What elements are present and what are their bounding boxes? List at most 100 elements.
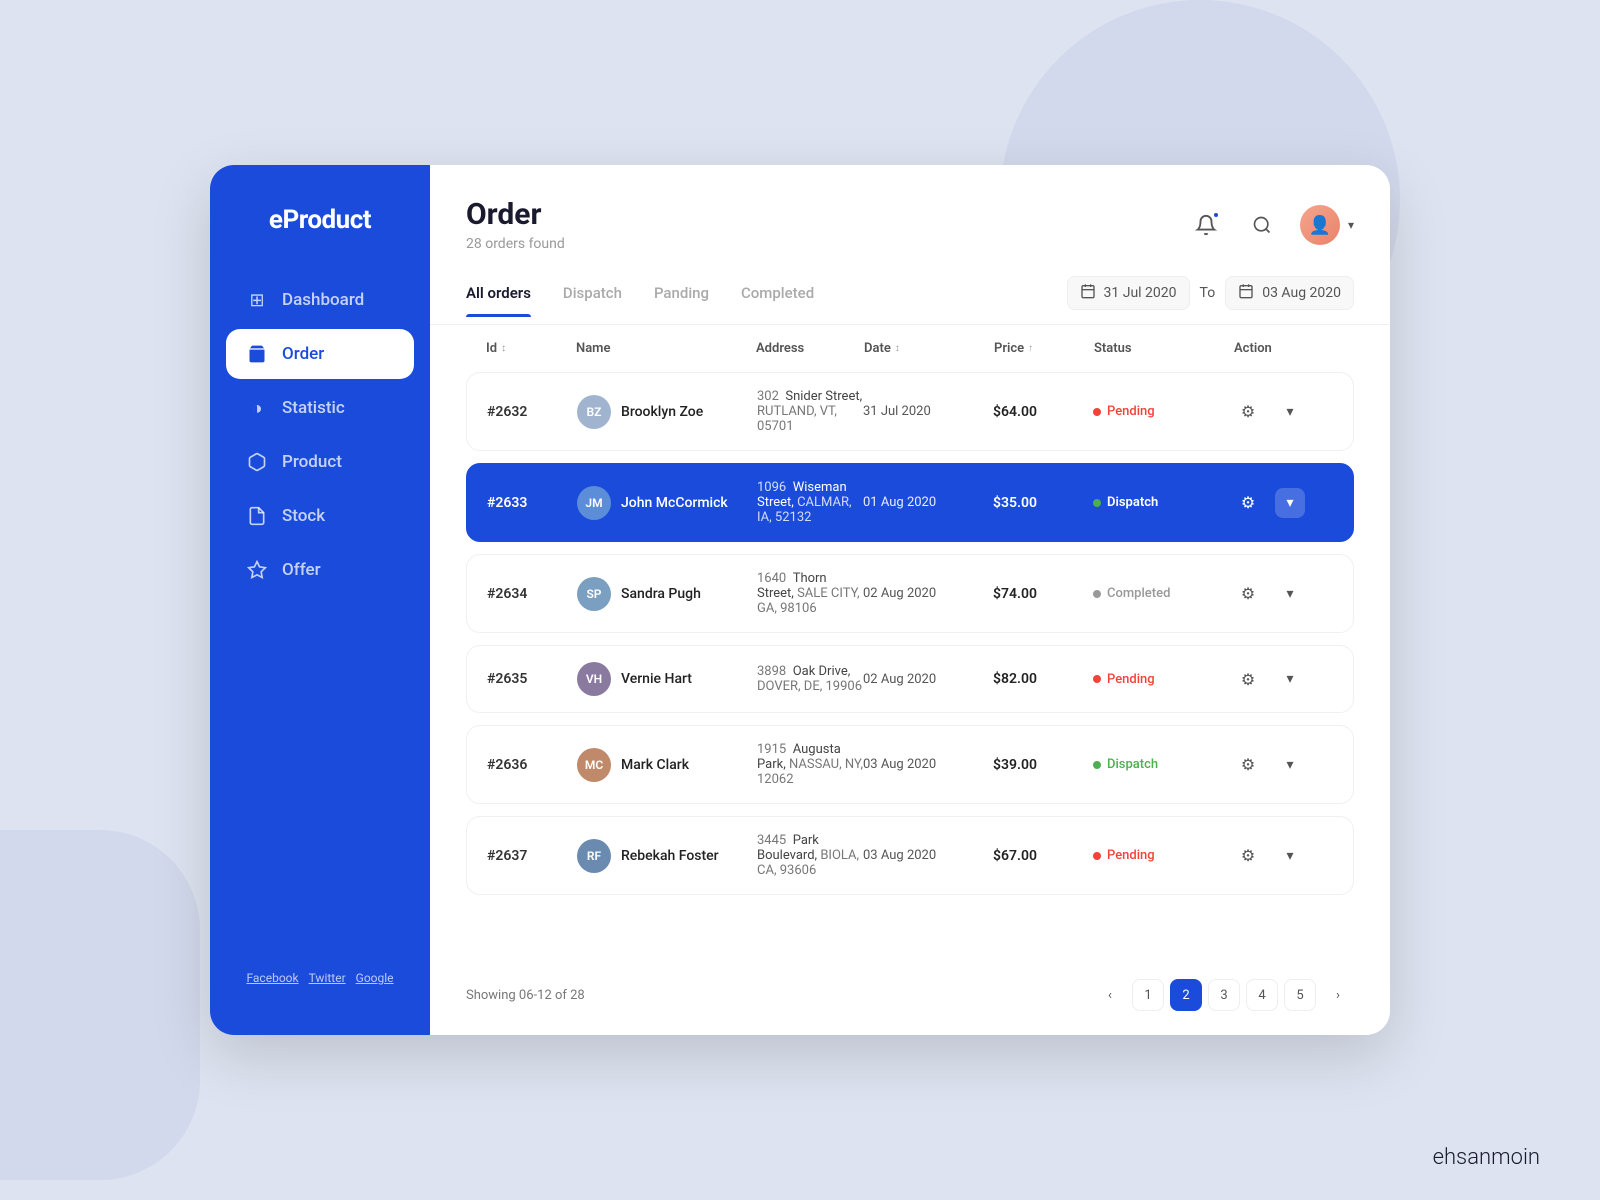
footer-link-facebook[interactable]: Facebook xyxy=(246,971,298,985)
status-text: Pending xyxy=(1107,672,1155,687)
footer-link-twitter[interactable]: Twitter xyxy=(309,971,346,985)
header-left: Order 28 orders found xyxy=(466,197,565,252)
table-body: #2632 BZ Brooklyn Zoe 302 Snider Street,… xyxy=(466,372,1354,895)
table-row[interactable]: #2637 RF Rebekah Foster 3445 Park Boulev… xyxy=(466,816,1354,895)
sidebar-item-label-statistic: Statistic xyxy=(282,398,345,418)
search-button[interactable] xyxy=(1244,207,1280,243)
footer-brand-light: moin xyxy=(1491,1145,1540,1170)
row-price: $64.00 xyxy=(993,404,1093,420)
avatar: BZ xyxy=(577,395,611,429)
row-actions: ⚙ ▾ xyxy=(1233,579,1333,609)
status-badge: Dispatch xyxy=(1093,757,1233,772)
sidebar-item-dashboard[interactable]: ⊞ Dashboard xyxy=(226,275,414,325)
pagination-next[interactable]: › xyxy=(1322,979,1354,1011)
row-name: SP Sandra Pugh xyxy=(577,577,757,611)
sidebar-item-offer[interactable]: Offer xyxy=(226,545,414,595)
date-from-value: 31 Jul 2020 xyxy=(1104,285,1177,301)
row-address: 1915 Augusta Park, NASSAU, NY, 12062 xyxy=(757,742,863,787)
status-badge: Pending xyxy=(1093,672,1233,687)
row-address: 1640 Thorn Street, SALE CITY, GA, 98106 xyxy=(757,571,863,616)
row-date: 03 Aug 2020 xyxy=(863,757,993,772)
settings-icon[interactable]: ⚙ xyxy=(1233,397,1263,427)
pagination-page-3[interactable]: 3 xyxy=(1208,979,1240,1011)
sidebar-item-product[interactable]: Product xyxy=(226,437,414,487)
sidebar-footer: Facebook Twitter Google xyxy=(210,951,430,1005)
row-name: RF Rebekah Foster xyxy=(577,839,757,873)
status-dot xyxy=(1093,590,1101,598)
table-row[interactable]: #2633 JM John McCormick 1096 Wiseman Str… xyxy=(466,463,1354,542)
table-row[interactable]: #2634 SP Sandra Pugh 1640 Thorn Street, … xyxy=(466,554,1354,633)
statistic-icon: ◑ xyxy=(246,397,268,419)
tab-all-orders[interactable]: All orders xyxy=(466,284,531,316)
sidebar-item-stock[interactable]: Stock xyxy=(226,491,414,541)
avatar: MC xyxy=(577,748,611,782)
pagination-row: Showing 06-12 of 28 ‹ 1 2 3 4 5 › xyxy=(430,963,1390,1035)
table-row[interactable]: #2636 MC Mark Clark 1915 Augusta Park, N… xyxy=(466,725,1354,804)
row-name: BZ Brooklyn Zoe xyxy=(577,395,757,429)
status-text: Completed xyxy=(1107,586,1170,601)
settings-icon[interactable]: ⚙ xyxy=(1233,579,1263,609)
row-id: #2633 xyxy=(487,495,577,511)
row-actions: ⚙ ▾ xyxy=(1233,750,1333,780)
notification-dot xyxy=(1212,211,1220,219)
expand-icon[interactable]: ▾ xyxy=(1275,841,1305,871)
row-price: $35.00 xyxy=(993,495,1093,511)
pagination-page-4[interactable]: 4 xyxy=(1246,979,1278,1011)
pagination-page-2[interactable]: 2 xyxy=(1170,979,1202,1011)
row-date: 31 Jul 2020 xyxy=(863,404,993,419)
expand-icon[interactable]: ▾ xyxy=(1275,579,1305,609)
expand-icon[interactable]: ▾ xyxy=(1275,397,1305,427)
row-id: #2635 xyxy=(487,671,577,687)
row-date: 01 Aug 2020 xyxy=(863,495,993,510)
status-dot xyxy=(1093,499,1101,507)
row-actions: ⚙ ▾ xyxy=(1233,841,1333,871)
date-from[interactable]: 31 Jul 2020 xyxy=(1067,276,1190,310)
expand-icon[interactable]: ▾ xyxy=(1275,664,1305,694)
status-text: Pending xyxy=(1107,404,1155,419)
pagination-page-5[interactable]: 5 xyxy=(1284,979,1316,1011)
footer-link-google[interactable]: Google xyxy=(356,971,394,985)
header-right: 👤 ▾ xyxy=(1188,197,1354,245)
tab-panding[interactable]: Panding xyxy=(654,284,709,316)
table-row[interactable]: #2635 VH Vernie Hart 3898 Oak Drive, DOV… xyxy=(466,645,1354,713)
pagination-prev[interactable]: ‹ xyxy=(1094,979,1126,1011)
col-name: Name xyxy=(576,341,756,356)
status-dot xyxy=(1093,408,1101,416)
pagination-page-1[interactable]: 1 xyxy=(1132,979,1164,1011)
table-row[interactable]: #2632 BZ Brooklyn Zoe 302 Snider Street,… xyxy=(466,372,1354,451)
pagination-controls: ‹ 1 2 3 4 5 › xyxy=(1094,979,1354,1011)
settings-icon[interactable]: ⚙ xyxy=(1233,664,1263,694)
sidebar-item-order[interactable]: Order xyxy=(226,329,414,379)
expand-icon[interactable]: ▾ xyxy=(1275,488,1305,518)
footer-brand: ehsanmoin xyxy=(1433,1145,1540,1170)
row-price: $82.00 xyxy=(993,671,1093,687)
row-date: 03 Aug 2020 xyxy=(863,848,993,863)
date-to[interactable]: 03 Aug 2020 xyxy=(1225,276,1354,310)
row-price: $39.00 xyxy=(993,757,1093,773)
page-subtitle: 28 orders found xyxy=(466,236,565,252)
settings-icon[interactable]: ⚙ xyxy=(1233,488,1263,518)
notification-button[interactable] xyxy=(1188,207,1224,243)
row-address: 302 Snider Street, RUTLAND, VT, 05701 xyxy=(757,389,863,434)
page-title: Order xyxy=(466,197,565,232)
avatar: JM xyxy=(577,486,611,520)
tab-dispatch[interactable]: Dispatch xyxy=(563,284,622,316)
header: Order 28 orders found xyxy=(430,165,1390,252)
order-icon xyxy=(246,343,268,365)
row-date: 02 Aug 2020 xyxy=(863,672,993,687)
tab-completed[interactable]: Completed xyxy=(741,284,814,316)
avatar: 👤 xyxy=(1300,205,1340,245)
sidebar-item-label-dashboard: Dashboard xyxy=(282,290,364,310)
settings-icon[interactable]: ⚙ xyxy=(1233,750,1263,780)
expand-icon[interactable]: ▾ xyxy=(1275,750,1305,780)
row-date: 02 Aug 2020 xyxy=(863,586,993,601)
calendar-from-icon xyxy=(1080,283,1096,303)
user-menu[interactable]: 👤 ▾ xyxy=(1300,205,1354,245)
sidebar-nav: ⊞ Dashboard Order ◑ xyxy=(210,275,430,951)
row-id: #2634 xyxy=(487,586,577,602)
status-text: Dispatch xyxy=(1107,495,1158,510)
row-id: #2637 xyxy=(487,848,577,864)
sidebar-item-statistic[interactable]: ◑ Statistic xyxy=(226,383,414,433)
row-address: 3445 Park Boulevard, BIOLA, CA, 93606 xyxy=(757,833,863,878)
settings-icon[interactable]: ⚙ xyxy=(1233,841,1263,871)
